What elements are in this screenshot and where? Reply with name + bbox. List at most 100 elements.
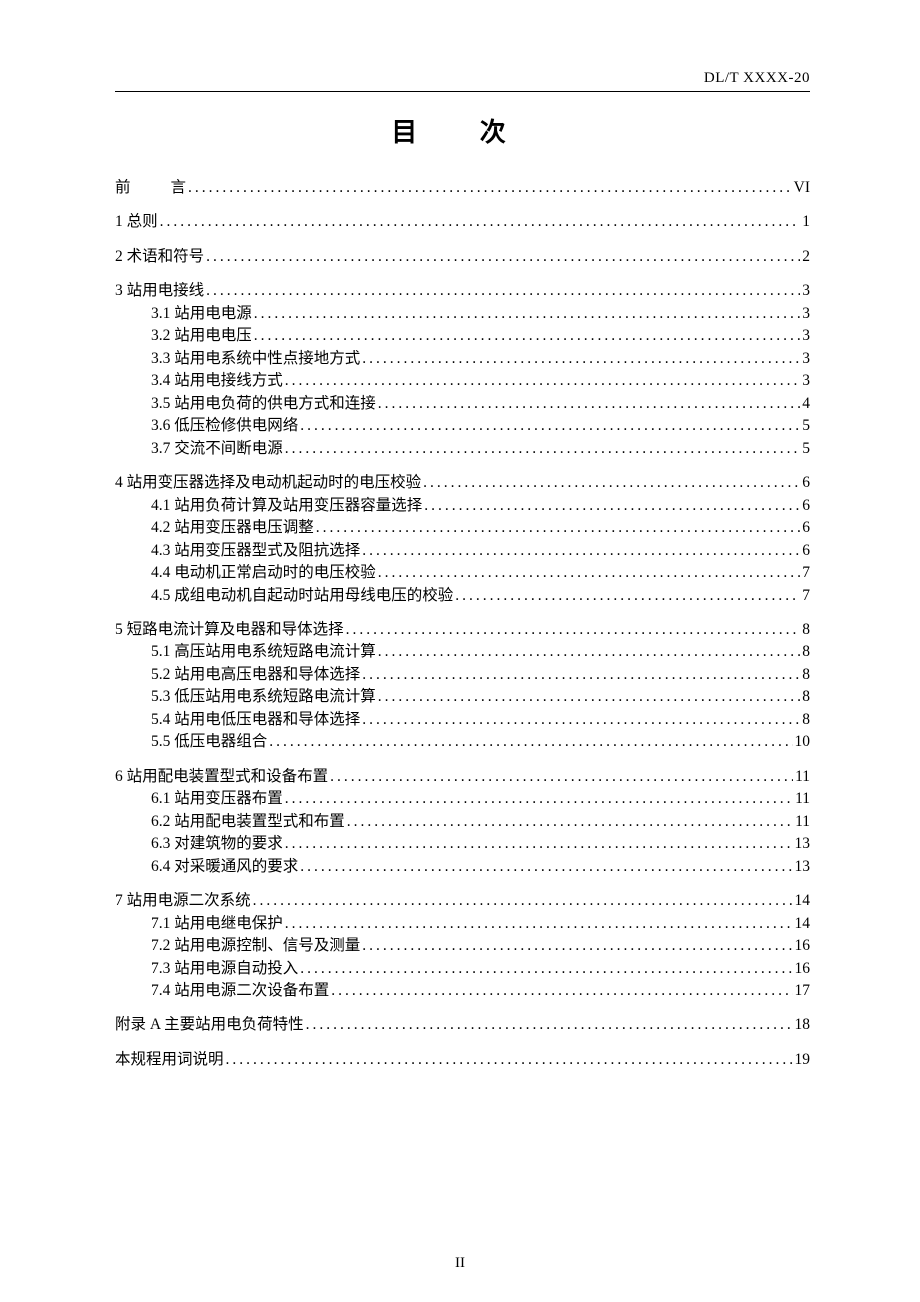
toc-entry-label: 6 站用配电装置型式和设备布置 xyxy=(115,766,328,788)
toc-block: 3 站用电接线 33.1 站用电电源 33.2 站用电电压 33.3 站用电系统… xyxy=(115,280,810,460)
toc-entry-label: 3.7 交流不间断电源 xyxy=(151,438,283,460)
toc-entry-label: 4.3 站用变压器型式及阻抗选择 xyxy=(151,540,360,562)
toc-dot-leader xyxy=(360,709,800,731)
toc-entry-page: 6 xyxy=(800,472,810,494)
toc-dot-leader xyxy=(283,438,800,460)
toc-entry-page: 16 xyxy=(793,958,811,980)
toc-entry-label: 1 总则 xyxy=(115,211,158,233)
toc-entry-label: 3.5 站用电负荷的供电方式和连接 xyxy=(151,393,376,415)
toc-entry: 4.5 成组电动机自起动时站用母线电压的校验 7 xyxy=(115,585,810,607)
toc-entry-page: 5 xyxy=(800,438,810,460)
toc-entry: 7.3 站用电源自动投入 16 xyxy=(115,958,810,980)
toc-dot-leader xyxy=(251,890,793,912)
toc-dot-leader xyxy=(328,766,793,788)
toc-block: 4 站用变压器选择及电动机起动时的电压校验 64.1 站用负荷计算及站用变压器容… xyxy=(115,472,810,607)
toc-entry: 3.6 低压检修供电网络 5 xyxy=(115,415,810,437)
toc-entry: 7.1 站用电继电保护 14 xyxy=(115,913,810,935)
toc-entry-page: 7 xyxy=(800,562,810,584)
toc-dot-leader xyxy=(376,686,800,708)
toc-entry: 5.4 站用电低压电器和导体选择 8 xyxy=(115,709,810,731)
toc-entry-page: 3 xyxy=(800,325,810,347)
toc-dot-leader xyxy=(298,856,792,878)
toc-dot-leader xyxy=(376,393,800,415)
header-rule xyxy=(115,91,810,92)
toc-entry: 6.3 对建筑物的要求 13 xyxy=(115,833,810,855)
toc-entry: 3.2 站用电电压 3 xyxy=(115,325,810,347)
toc-entry-label: 6.2 站用配电装置型式和布置 xyxy=(151,811,345,833)
toc-entry: 3.5 站用电负荷的供电方式和连接 4 xyxy=(115,393,810,415)
toc-dot-leader xyxy=(421,472,800,494)
toc-entry: 4.1 站用负荷计算及站用变压器容量选择 6 xyxy=(115,495,810,517)
toc-entry: 5.2 站用电高压电器和导体选择 8 xyxy=(115,664,810,686)
page-number-footer: II xyxy=(0,1255,920,1272)
toc-dot-leader xyxy=(422,495,800,517)
toc-entry-label: 5 短路电流计算及电器和导体选择 xyxy=(115,619,344,641)
toc-entry-page: VI xyxy=(792,177,810,199)
toc-dot-leader xyxy=(267,731,792,753)
toc-dot-leader xyxy=(252,303,800,325)
toc-entry-page: 13 xyxy=(793,856,811,878)
toc-dot-leader xyxy=(360,935,792,957)
toc-entry-page: 11 xyxy=(793,766,810,788)
toc-entry-page: 11 xyxy=(793,788,810,810)
page-container: DL/T XXXX-20 目 次 前言 VI1 总则 12 术语和符号 23 站… xyxy=(0,0,920,1302)
toc-entry: 7 站用电源二次系统 14 xyxy=(115,890,810,912)
toc-entry-label: 5.5 低压电器组合 xyxy=(151,731,267,753)
toc-entry-label: 5.3 低压站用电系统短路电流计算 xyxy=(151,686,376,708)
toc-dot-leader xyxy=(298,958,792,980)
toc-entry-label: 6.1 站用变压器布置 xyxy=(151,788,283,810)
toc-entry-label: 7.3 站用电源自动投入 xyxy=(151,958,298,980)
toc-entry: 5 短路电流计算及电器和导体选择 8 xyxy=(115,619,810,641)
toc-dot-leader xyxy=(224,1049,793,1071)
toc-entry: 2 术语和符号 2 xyxy=(115,246,810,268)
toc-entry-page: 18 xyxy=(793,1014,811,1036)
toc-entry-label: 4 站用变压器选择及电动机起动时的电压校验 xyxy=(115,472,421,494)
toc-entry: 3 站用电接线 3 xyxy=(115,280,810,302)
toc-entry-label: 4.1 站用负荷计算及站用变压器容量选择 xyxy=(151,495,422,517)
toc-entry-label: 6.4 对采暖通风的要求 xyxy=(151,856,298,878)
toc-entry-label: 本规程用词说明 xyxy=(115,1049,224,1071)
toc-entry-page: 5 xyxy=(800,415,810,437)
toc-block: 前言 VI xyxy=(115,177,810,199)
toc-entry-label: 3.4 站用电接线方式 xyxy=(151,370,283,392)
toc-entry: 5.3 低压站用电系统短路电流计算 8 xyxy=(115,686,810,708)
toc-block: 1 总则 1 xyxy=(115,211,810,233)
toc-entry-page: 10 xyxy=(793,731,811,753)
toc-entry-page: 6 xyxy=(800,540,810,562)
toc-entry-page: 7 xyxy=(800,585,810,607)
toc-entry-page: 8 xyxy=(800,619,810,641)
toc-entry-page: 11 xyxy=(793,811,810,833)
toc-entry-label: 3.1 站用电电源 xyxy=(151,303,252,325)
toc-entry-label: 前言 xyxy=(115,177,186,199)
toc-entry-page: 1 xyxy=(800,211,810,233)
toc-entry: 5.1 高压站用电系统短路电流计算 8 xyxy=(115,641,810,663)
toc-entry-label: 7.4 站用电源二次设备布置 xyxy=(151,980,329,1002)
toc-entry: 3.1 站用电电源 3 xyxy=(115,303,810,325)
toc-dot-leader xyxy=(304,1014,793,1036)
toc-entry-page: 14 xyxy=(793,913,811,935)
toc-entry: 4.2 站用变压器电压调整 6 xyxy=(115,517,810,539)
toc-dot-leader xyxy=(376,641,800,663)
toc-entry-page: 19 xyxy=(793,1049,811,1071)
toc-entry: 7.2 站用电源控制、信号及测量 16 xyxy=(115,935,810,957)
toc-entry: 5.5 低压电器组合 10 xyxy=(115,731,810,753)
toc-entry-label: 5.2 站用电高压电器和导体选择 xyxy=(151,664,360,686)
toc-entry-label: 4.4 电动机正常启动时的电压校验 xyxy=(151,562,376,584)
toc-dot-leader xyxy=(344,619,801,641)
toc-entry-page: 3 xyxy=(800,370,810,392)
toc-block: 5 短路电流计算及电器和导体选择 85.1 高压站用电系统短路电流计算 85.2… xyxy=(115,619,810,754)
toc-entry-label: 3 站用电接线 xyxy=(115,280,204,302)
toc-entry-label: 3.3 站用电系统中性点接地方式 xyxy=(151,348,360,370)
toc-dot-leader xyxy=(345,811,793,833)
toc-entry-label: 4.5 成组电动机自起动时站用母线电压的校验 xyxy=(151,585,453,607)
toc-entry-label: 7 站用电源二次系统 xyxy=(115,890,251,912)
toc-block: 本规程用词说明 19 xyxy=(115,1049,810,1071)
toc-block: 附录 A 主要站用电负荷特性 18 xyxy=(115,1014,810,1036)
toc-entry: 6.4 对采暖通风的要求 13 xyxy=(115,856,810,878)
doc-header: DL/T XXXX-20 xyxy=(115,70,810,87)
toc-entry-page: 6 xyxy=(800,517,810,539)
toc-entry-label: 附录 A 主要站用电负荷特性 xyxy=(115,1014,304,1036)
toc-entry: 4 站用变压器选择及电动机起动时的电压校验 6 xyxy=(115,472,810,494)
toc-entry: 6.1 站用变压器布置 11 xyxy=(115,788,810,810)
toc-dot-leader xyxy=(360,540,800,562)
